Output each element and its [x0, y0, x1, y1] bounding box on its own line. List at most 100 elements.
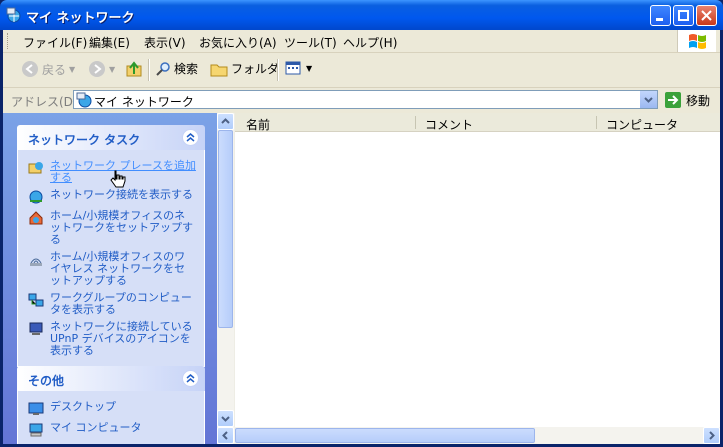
window-frame: ファイル(F) 編集(E) 表示(V) お気に入り(A) ツール(T) ヘルプ(… [3, 30, 720, 444]
back-label: 戻る [42, 62, 67, 77]
maximize-button[interactable] [673, 5, 694, 26]
search-icon [156, 61, 170, 76]
vertical-scrollbar[interactable] [217, 113, 235, 427]
close-icon [701, 10, 712, 21]
task-label: ワークグループのコンピュータを表示する [50, 291, 192, 316]
panel-header[interactable]: その他 [17, 366, 205, 391]
chevron-up-icon [186, 133, 195, 142]
chevron-down-icon [221, 416, 230, 422]
task-view-network-connections[interactable]: ネットワーク接続を表示する [18, 187, 204, 208]
title-bar[interactable]: マイ ネットワーク [0, 0, 723, 30]
chevron-left-icon [222, 431, 228, 440]
up-button[interactable] [125, 60, 143, 78]
address-label: アドレス(D) [11, 95, 78, 109]
network-places-icon [76, 92, 92, 108]
my-computer-icon [29, 423, 43, 437]
go-arrow-icon [665, 92, 681, 108]
views-button[interactable]: ▼ [285, 60, 312, 76]
place-label: デスクトップ [50, 400, 116, 413]
menu-favorites[interactable]: お気に入り(A) [199, 34, 277, 51]
menu-help[interactable]: ヘルプ(H) [343, 34, 397, 51]
task-pane: ネットワーク タスク ネットワーク プレースを追加する ネットワーク接続を表示す [3, 113, 217, 444]
toolbar: 戻る ▼ ▼ 検索 フォルダ ▼ [3, 53, 720, 88]
menu-edit[interactable]: 編集(E) [89, 34, 130, 51]
panel-title: ネットワーク タスク [28, 133, 141, 147]
column-computer[interactable]: コンピュータ [606, 116, 678, 133]
column-name[interactable]: 名前 [246, 116, 270, 133]
minimize-button[interactable] [650, 5, 671, 26]
go-label: 移動 [686, 93, 711, 108]
menu-view[interactable]: 表示(V) [144, 34, 186, 51]
forward-dropdown-icon[interactable]: ▼ [109, 65, 115, 74]
chevron-right-icon [709, 431, 715, 440]
chevron-down-icon [644, 97, 653, 103]
network-connections-icon [29, 190, 43, 204]
address-input[interactable]: マイ ネットワーク [73, 90, 658, 109]
task-view-workgroup-computers[interactable]: ワークグループのコンピュータを表示する [18, 290, 204, 319]
horizontal-scroll-thumb[interactable] [235, 428, 535, 443]
chevron-up-icon [221, 118, 230, 124]
chevron-up-icon [186, 374, 195, 383]
collapse-button[interactable] [182, 370, 199, 387]
wireless-network-icon [30, 258, 42, 266]
up-folder-icon [126, 61, 142, 77]
file-list-pane[interactable]: 名前 コメント コンピュータ [217, 113, 720, 444]
forward-arrow-icon [89, 61, 105, 77]
content-area: ネットワーク タスク ネットワーク プレースを追加する ネットワーク接続を表示す [3, 113, 720, 444]
address-bar: アドレス(D) マイ ネットワーク 移動 [3, 88, 720, 112]
other-places-panel: その他 デスクトップ マイ コンピュータ [17, 366, 205, 444]
task-label: ホーム/小規模オフィスのネットワークをセットアップする [50, 209, 193, 246]
collapse-button[interactable] [182, 129, 199, 146]
back-dropdown-icon[interactable]: ▼ [69, 65, 75, 74]
close-button[interactable] [696, 5, 717, 26]
horizontal-scrollbar[interactable] [217, 427, 720, 444]
vertical-scroll-thumb[interactable] [218, 130, 233, 328]
address-dropdown-button[interactable] [639, 91, 657, 108]
menu-bar: ファイル(F) 編集(E) 表示(V) お気に入り(A) ツール(T) ヘルプ(… [3, 30, 720, 53]
scroll-right-button[interactable] [703, 427, 720, 444]
panel-title: その他 [28, 374, 65, 388]
forward-button[interactable]: ▼ [88, 60, 115, 78]
column-header: 名前 コメント コンピュータ [235, 113, 720, 132]
task-show-upnp-icons[interactable]: ネットワークに接続している UPnP デバイスのアイコンを表示する [18, 319, 204, 360]
upnp-device-icon [29, 322, 43, 335]
toolbar-separator [277, 59, 279, 81]
search-label: 検索 [174, 62, 199, 76]
go-button[interactable]: 移動 [664, 91, 710, 109]
folders-icon [210, 64, 228, 76]
scroll-down-button[interactable] [217, 410, 234, 427]
task-label: ネットワークに接続している UPnP デバイスのアイコンを表示する [50, 320, 193, 357]
toolbar-separator [148, 59, 150, 81]
network-places-icon [6, 7, 21, 23]
views-icon [285, 61, 301, 75]
panel-body: デスクトップ マイ コンピュータ [17, 391, 205, 444]
place-desktop[interactable]: デスクトップ [18, 399, 204, 420]
menu-tools[interactable]: ツール(T) [284, 34, 337, 51]
menu-file[interactable]: ファイル(F) [23, 34, 87, 51]
task-setup-wireless-network[interactable]: ホーム/小規模オフィスのワイヤレス ネットワークをセットアップする [18, 249, 204, 290]
folders-button[interactable]: フォルダ [210, 60, 279, 77]
minimize-icon [656, 18, 663, 21]
views-dropdown-icon[interactable]: ▼ [306, 64, 312, 73]
windows-logo-icon [677, 30, 716, 52]
scroll-up-button[interactable] [217, 113, 234, 130]
search-button[interactable]: 検索 [155, 60, 198, 77]
place-my-computer[interactable]: マイ コンピュータ [18, 420, 204, 441]
column-separator[interactable] [415, 116, 416, 129]
window-title: マイ ネットワーク [26, 11, 135, 26]
panel-header[interactable]: ネットワーク タスク [17, 125, 205, 150]
folders-label: フォルダ [231, 62, 280, 76]
workgroup-computers-icon [28, 293, 44, 307]
address-value: マイ ネットワーク [94, 95, 194, 109]
add-network-place-icon [28, 162, 43, 174]
back-button[interactable]: 戻る ▼ [21, 60, 75, 78]
maximize-icon [678, 10, 689, 21]
menu-grip[interactable] [7, 33, 11, 49]
scroll-left-button[interactable] [217, 427, 234, 444]
task-label: ネットワーク接続を表示する [50, 188, 193, 201]
column-comment[interactable]: コメント [425, 116, 473, 133]
task-setup-home-network[interactable]: ホーム/小規模オフィスのネットワークをセットアップする [18, 208, 204, 249]
back-arrow-icon [22, 61, 38, 77]
place-label: マイ コンピュータ [50, 421, 142, 434]
column-separator[interactable] [596, 116, 597, 129]
